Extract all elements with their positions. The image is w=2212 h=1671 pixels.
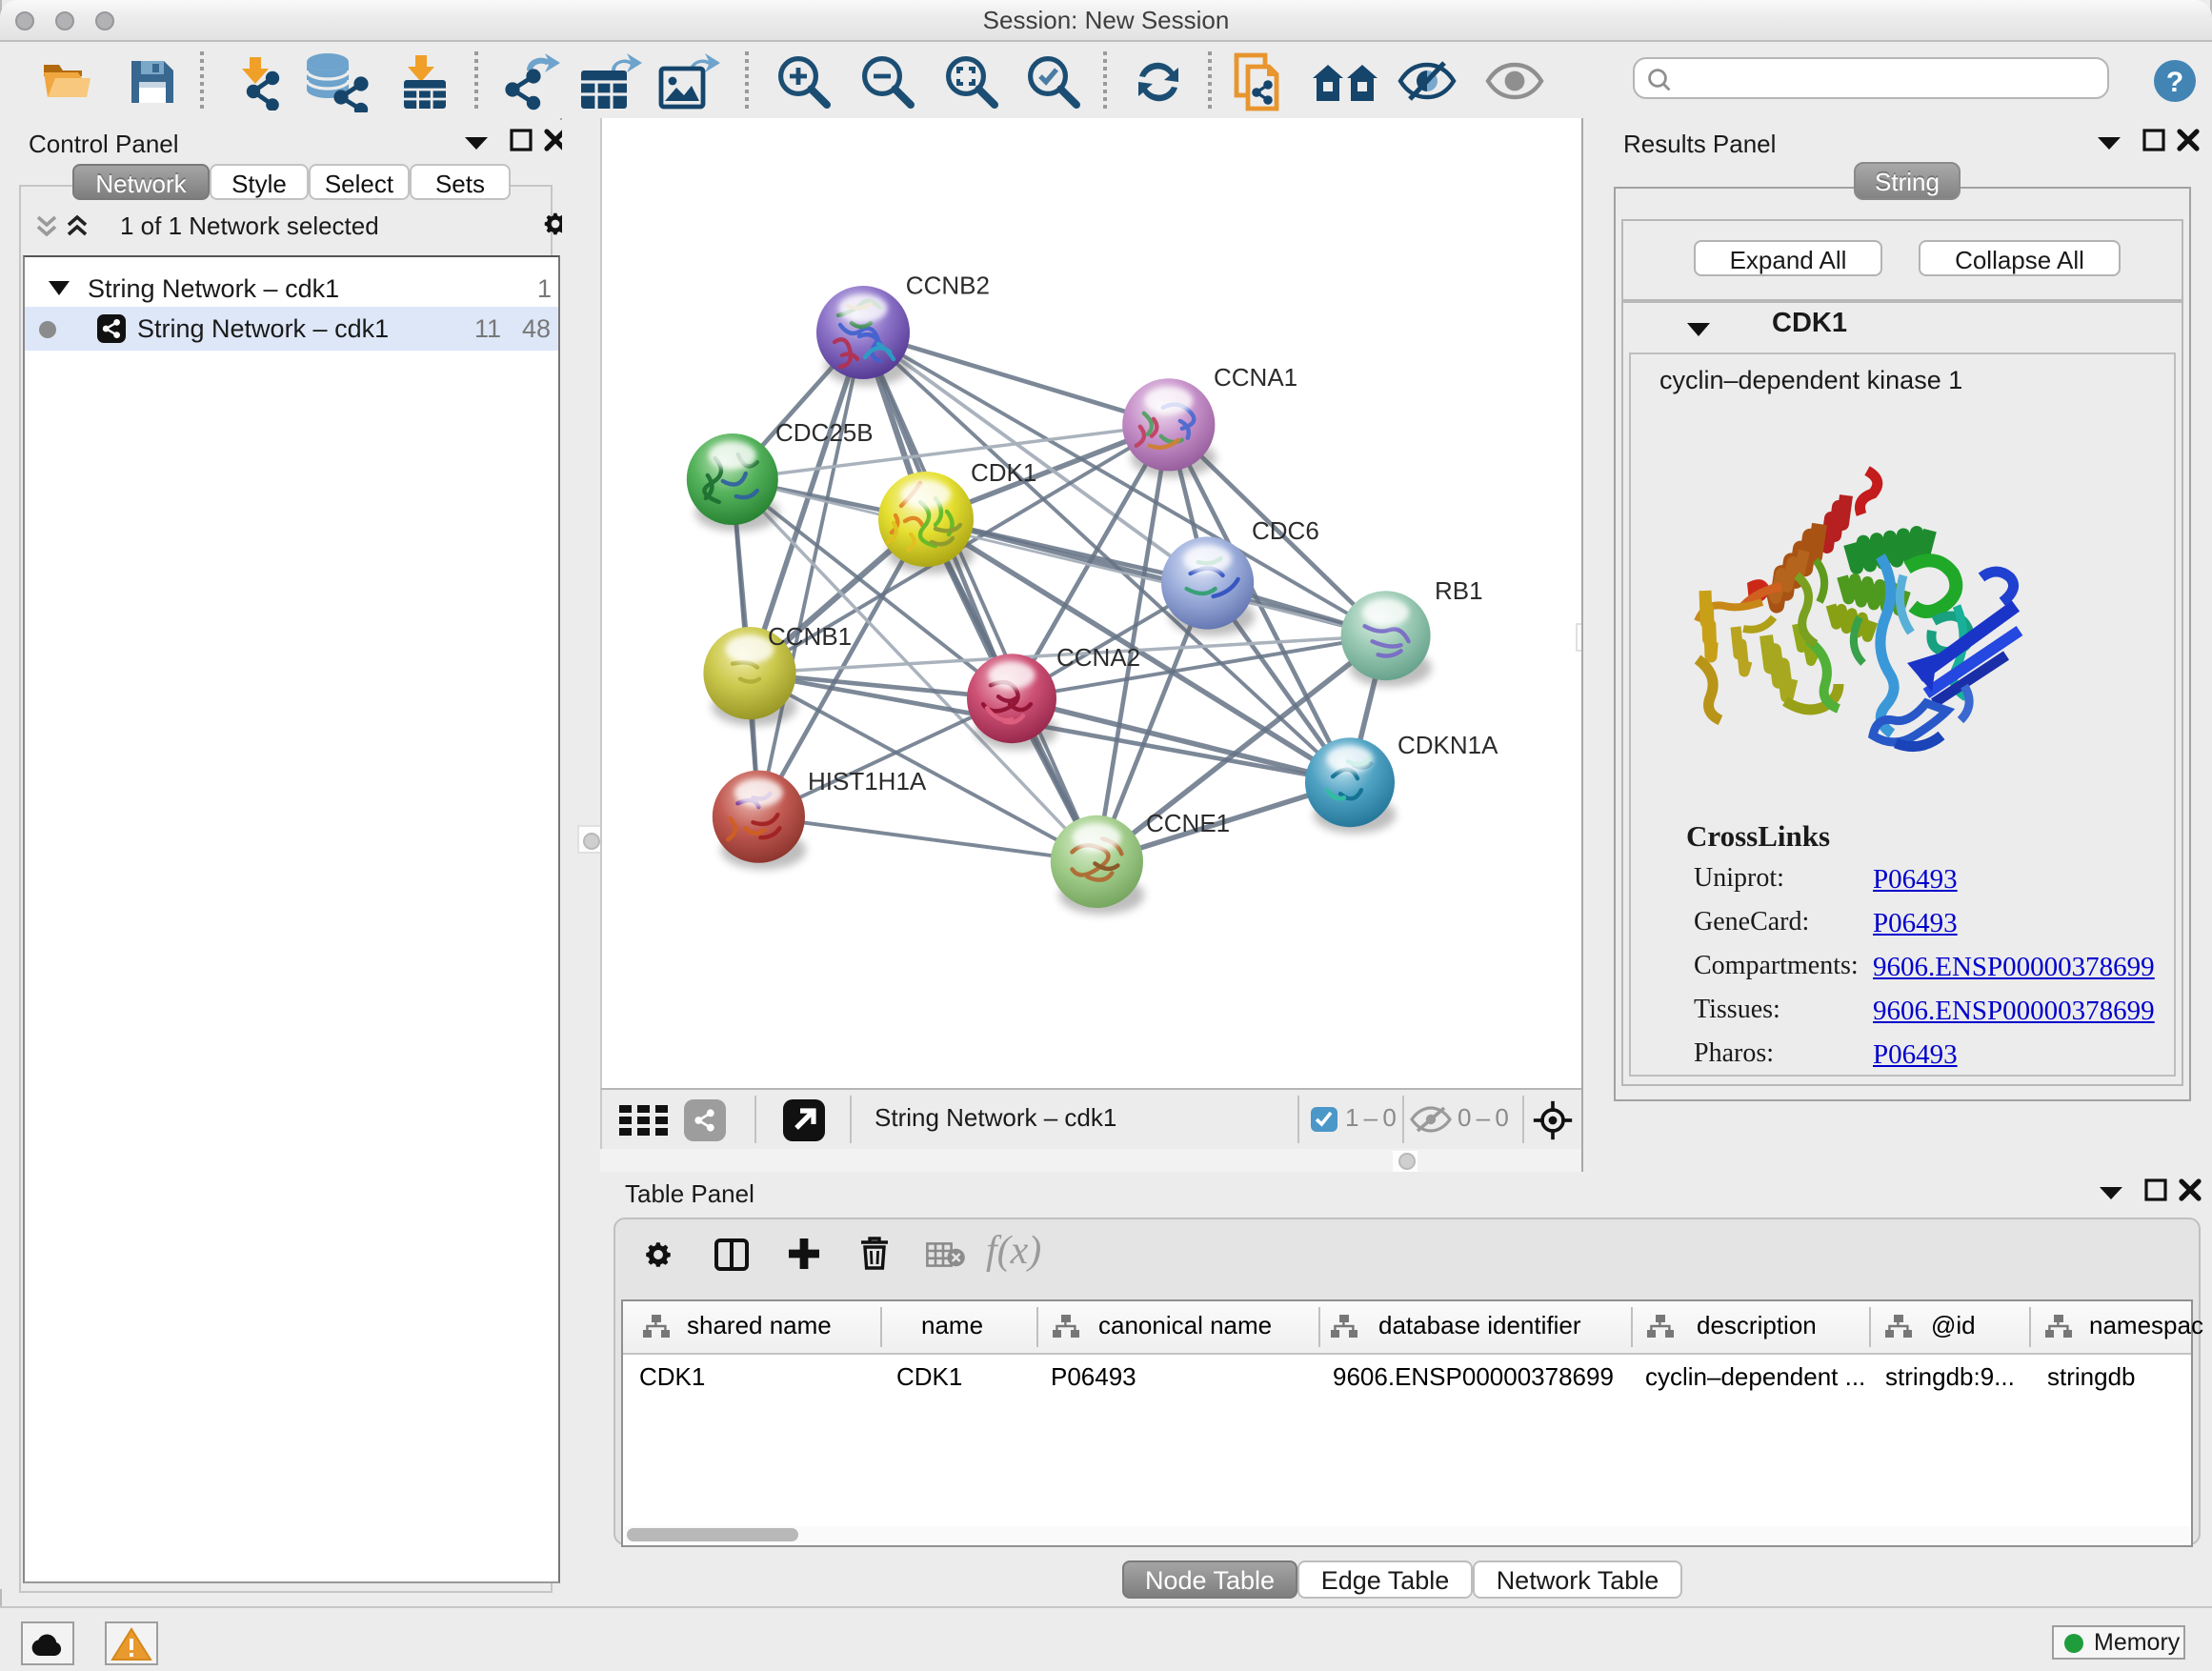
svg-text:CDC25B: CDC25B [775,418,874,447]
svg-text:CDC6: CDC6 [1252,516,1319,545]
svg-text:CCNB1: CCNB1 [768,622,852,651]
svg-text:CCNA2: CCNA2 [1056,643,1140,672]
svg-text:CCNE1: CCNE1 [1146,809,1230,837]
svg-text:HIST1H1A: HIST1H1A [808,767,927,795]
svg-text:CCNB2: CCNB2 [906,272,990,300]
svg-text:CDKN1A: CDKN1A [1398,731,1498,759]
svg-text:CCNA1: CCNA1 [1214,363,1297,392]
svg-text:RB1: RB1 [1435,576,1483,605]
svg-text:CDK1: CDK1 [971,458,1036,487]
svg-text:?: ? [2166,66,2183,97]
